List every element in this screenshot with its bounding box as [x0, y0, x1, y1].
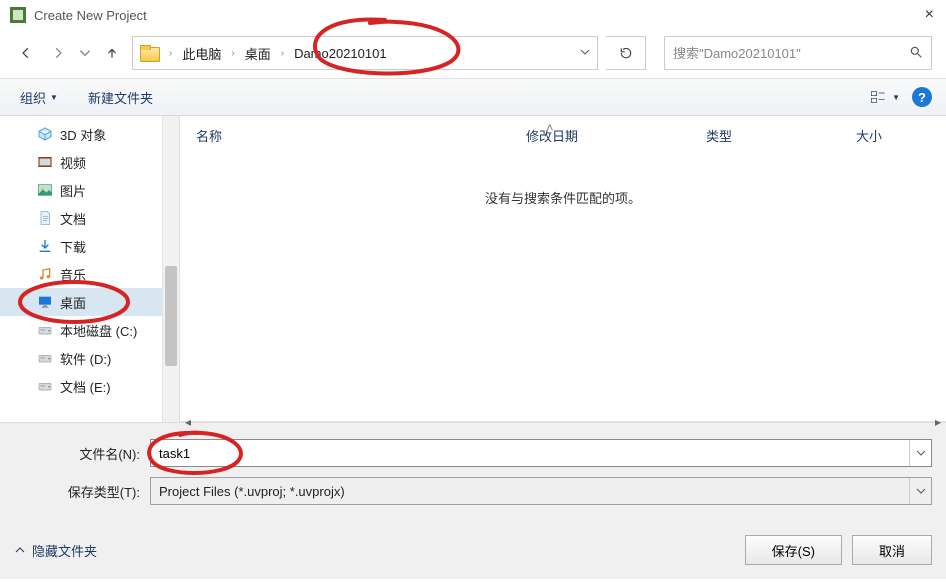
video-icon	[36, 154, 54, 170]
tree-item-cube[interactable]: 3D 对象	[0, 120, 179, 148]
empty-message: 没有与搜索条件匹配的项。	[180, 188, 946, 207]
disk-icon	[36, 378, 54, 394]
breadcrumb-segment[interactable]: 桌面	[243, 42, 273, 65]
tree-item-document[interactable]: 文档	[0, 204, 179, 232]
window-title: Create New Project	[34, 8, 147, 23]
tree-item-label: 本地磁盘 (C:)	[60, 321, 137, 340]
tree-item-label: 软件 (D:)	[60, 349, 111, 368]
toolbar: 组织 ▼ 新建文件夹 ▼ ?	[0, 78, 946, 116]
document-icon	[36, 210, 54, 226]
close-icon[interactable]: ×	[925, 6, 934, 24]
tree-item-video[interactable]: 视频	[0, 148, 179, 176]
tree-item-download[interactable]: 下载	[0, 232, 179, 260]
monitor-icon	[36, 294, 54, 310]
tree-item-disk[interactable]: 文档 (E:)	[0, 372, 179, 400]
music-icon	[36, 266, 54, 282]
hide-folders-label: 隐藏文件夹	[32, 541, 97, 560]
hide-folders-toggle[interactable]: 隐藏文件夹	[14, 541, 97, 560]
chevron-right-icon[interactable]: ›	[227, 48, 238, 59]
sort-indicator-icon: ˄	[546, 120, 554, 135]
chevron-up-icon	[14, 544, 26, 556]
tree-item-label: 文档 (E:)	[60, 377, 111, 396]
filename-input[interactable]	[151, 446, 909, 461]
chevron-right-icon[interactable]: ›	[165, 48, 176, 59]
disk-icon	[36, 350, 54, 366]
column-size[interactable]: 大小	[856, 126, 916, 145]
help-icon[interactable]: ?	[912, 87, 932, 107]
column-headers: ˄ 名称 修改日期 类型 大小	[180, 116, 946, 152]
tree-item-monitor[interactable]: 桌面	[0, 288, 179, 316]
new-folder-label: 新建文件夹	[88, 88, 153, 107]
column-type[interactable]: 类型	[706, 126, 856, 145]
app-icon	[10, 7, 26, 23]
view-options-button[interactable]	[866, 88, 890, 106]
filetype-combo[interactable]: Project Files (*.uvproj; *.uvprojx)	[150, 477, 932, 505]
tree-item-label: 视频	[60, 153, 86, 172]
tree-item-disk[interactable]: 软件 (D:)	[0, 344, 179, 372]
form-area: 文件名(N): 保存类型(T): Project Files (*.uvproj…	[0, 422, 946, 525]
search-input[interactable]	[673, 46, 909, 61]
breadcrumb-segment[interactable]: Damo20210101	[292, 44, 389, 63]
filetype-label: 保存类型(T):	[14, 482, 150, 501]
filetype-value: Project Files (*.uvproj; *.uvprojx)	[151, 484, 909, 499]
folder-tree: 3D 对象视频图片文档下载音乐桌面本地磁盘 (C:) 软件 (D:) 文档 (E:)	[0, 116, 180, 422]
tree-item-label: 图片	[60, 181, 86, 200]
back-button[interactable]	[14, 41, 38, 65]
sidebar-scrollbar[interactable]	[162, 116, 179, 422]
up-button[interactable]	[100, 41, 124, 65]
address-bar[interactable]: › 此电脑 › 桌面 › Damo20210101	[132, 36, 598, 70]
main-area: 3D 对象视频图片文档下载音乐桌面本地磁盘 (C:) 软件 (D:) 文档 (E:)…	[0, 116, 946, 422]
filename-row: 文件名(N):	[14, 439, 932, 467]
cube-icon	[36, 126, 54, 142]
refresh-button[interactable]	[606, 36, 646, 70]
tree-item-label: 3D 对象	[60, 125, 106, 144]
view-dropdown[interactable]: ▼	[890, 93, 902, 102]
address-dropdown[interactable]	[579, 46, 591, 61]
new-folder-button[interactable]: 新建文件夹	[82, 84, 159, 111]
organize-menu[interactable]: 组织 ▼	[14, 84, 64, 111]
chevron-down-icon: ▼	[50, 93, 58, 102]
tree-item-music[interactable]: 音乐	[0, 260, 179, 288]
nav-row: › 此电脑 › 桌面 › Damo20210101	[0, 30, 946, 78]
tree-item-picture[interactable]: 图片	[0, 176, 179, 204]
content-h-scrollbar[interactable]: ◂ ▸	[180, 421, 946, 422]
download-icon	[36, 238, 54, 254]
tree-item-disk[interactable]: 本地磁盘 (C:)	[0, 316, 179, 344]
filetype-dropdown[interactable]	[909, 478, 931, 504]
recent-dropdown[interactable]	[78, 41, 92, 65]
picture-icon	[36, 182, 54, 198]
disk-icon	[36, 322, 54, 338]
cancel-button[interactable]: 取消	[852, 535, 932, 565]
tree-item-label: 音乐	[60, 265, 86, 284]
file-list: ˄ 名称 修改日期 类型 大小 没有与搜索条件匹配的项。 ◂ ▸	[180, 116, 946, 422]
tree-item-label: 下载	[60, 237, 86, 256]
chevron-down-icon: ▼	[892, 93, 900, 102]
breadcrumb-segment[interactable]: 此电脑	[180, 42, 223, 65]
footer: 隐藏文件夹 保存(S) 取消	[0, 525, 946, 579]
forward-button[interactable]	[46, 41, 70, 65]
folder-icon	[139, 44, 161, 62]
search-icon[interactable]	[909, 45, 923, 62]
filename-dropdown[interactable]	[909, 440, 931, 466]
tree-item-label: 桌面	[60, 293, 86, 312]
save-button[interactable]: 保存(S)	[745, 535, 842, 565]
search-box[interactable]	[664, 36, 932, 70]
tree-item-label: 文档	[60, 209, 86, 228]
chevron-right-icon[interactable]: ›	[277, 48, 288, 59]
organize-label: 组织	[20, 88, 46, 107]
filetype-row: 保存类型(T): Project Files (*.uvproj; *.uvpr…	[14, 477, 932, 505]
filename-field[interactable]	[150, 439, 932, 467]
filename-label: 文件名(N):	[14, 444, 150, 463]
column-name[interactable]: 名称	[196, 126, 526, 145]
titlebar: Create New Project ×	[0, 0, 946, 30]
